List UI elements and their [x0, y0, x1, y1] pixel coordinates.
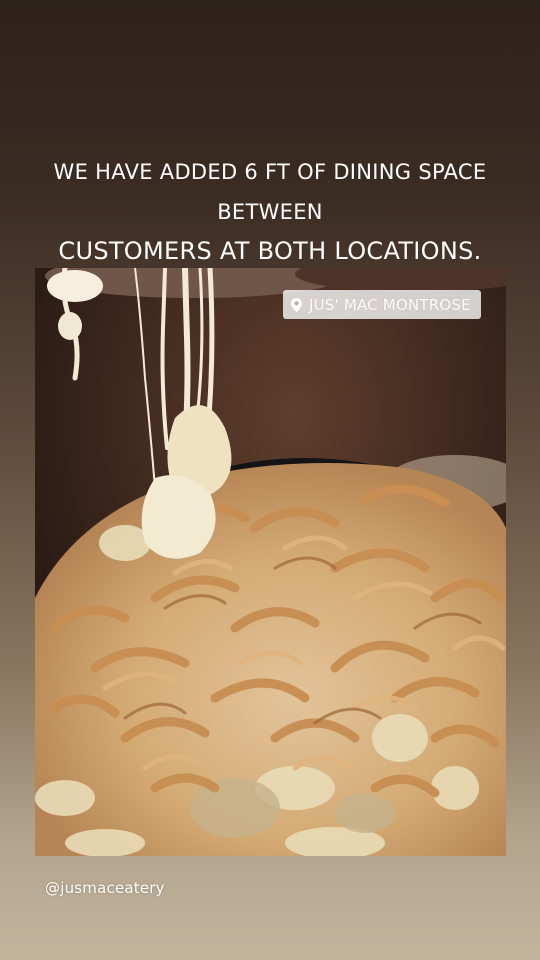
story-headline: WE HAVE ADDED 6 FT OF DINING SPACE BETWE… — [20, 152, 520, 270]
location-pin-icon — [291, 298, 302, 312]
headline-line-1: WE HAVE ADDED 6 FT OF DINING SPACE BETWE… — [53, 160, 487, 224]
mention-sticker[interactable]: @jusmaceatery — [45, 879, 165, 897]
mac-and-cheese-photo — [35, 268, 506, 856]
headline-line-2: CUSTOMERS AT BOTH LOCATIONS. — [58, 237, 482, 265]
story-viewer: WE HAVE ADDED 6 FT OF DINING SPACE BETWE… — [0, 0, 540, 960]
location-sticker[interactable]: JUS' MAC MONTROSE — [283, 290, 481, 319]
location-sticker-label: JUS' MAC MONTROSE — [309, 295, 471, 314]
